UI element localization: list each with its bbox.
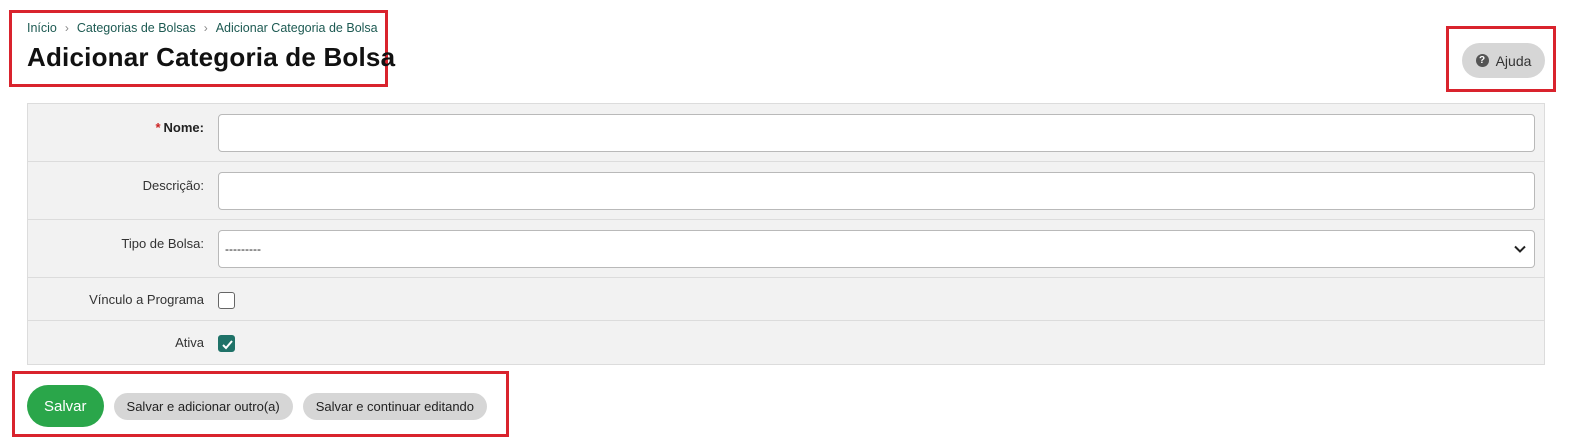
category-form: * Nome: Descrição: Tipo de Bolsa: -------… (27, 103, 1545, 365)
help-button-label: Ajuda (1495, 52, 1532, 69)
program-link-checkbox[interactable] (218, 292, 235, 309)
required-marker: * (155, 120, 161, 135)
save-button[interactable]: Salvar (27, 385, 104, 427)
save-add-another-button[interactable]: Salvar e adicionar outro(a) (113, 392, 293, 420)
active-checkbox[interactable] (218, 335, 235, 352)
breadcrumb: Início › Categorias de Bolsas › Adiciona… (27, 21, 378, 35)
active-label: Ativa (175, 335, 204, 350)
form-row-active: Ativa (28, 321, 1544, 364)
breadcrumb-home[interactable]: Início (27, 21, 57, 35)
form-row-description: Descrição: (28, 162, 1544, 220)
name-input[interactable] (218, 114, 1535, 152)
form-row-grant-type: Tipo de Bolsa: --------- (28, 220, 1544, 278)
chevron-right-icon: › (64, 21, 69, 35)
program-link-label: Vínculo a Programa (89, 292, 204, 307)
help-button[interactable]: ? Ajuda (1462, 43, 1545, 78)
grant-type-selected: --------- (225, 242, 261, 256)
grant-type-label: Tipo de Bolsa: (121, 236, 204, 251)
description-input[interactable] (218, 172, 1535, 210)
chevron-down-icon (1514, 242, 1526, 256)
breadcrumb-categories[interactable]: Categorias de Bolsas (77, 21, 196, 35)
page-title: Adicionar Categoria de Bolsa (27, 42, 396, 72)
name-label: * Nome: (155, 120, 204, 135)
breadcrumb-current[interactable]: Adicionar Categoria de Bolsa (216, 21, 378, 35)
form-row-name: * Nome: (28, 104, 1544, 162)
chevron-right-icon: › (203, 21, 208, 35)
checkmark-icon (222, 340, 233, 350)
form-actions: Salvar Salvar e adicionar outro(a) Salva… (27, 385, 488, 427)
question-circle-icon: ? (1475, 54, 1489, 67)
grant-type-select[interactable]: --------- (218, 230, 1535, 268)
description-label: Descrição: (142, 178, 204, 193)
form-row-program-link: Vínculo a Programa (28, 278, 1544, 321)
save-continue-button[interactable]: Salvar e continuar editando (302, 392, 488, 420)
